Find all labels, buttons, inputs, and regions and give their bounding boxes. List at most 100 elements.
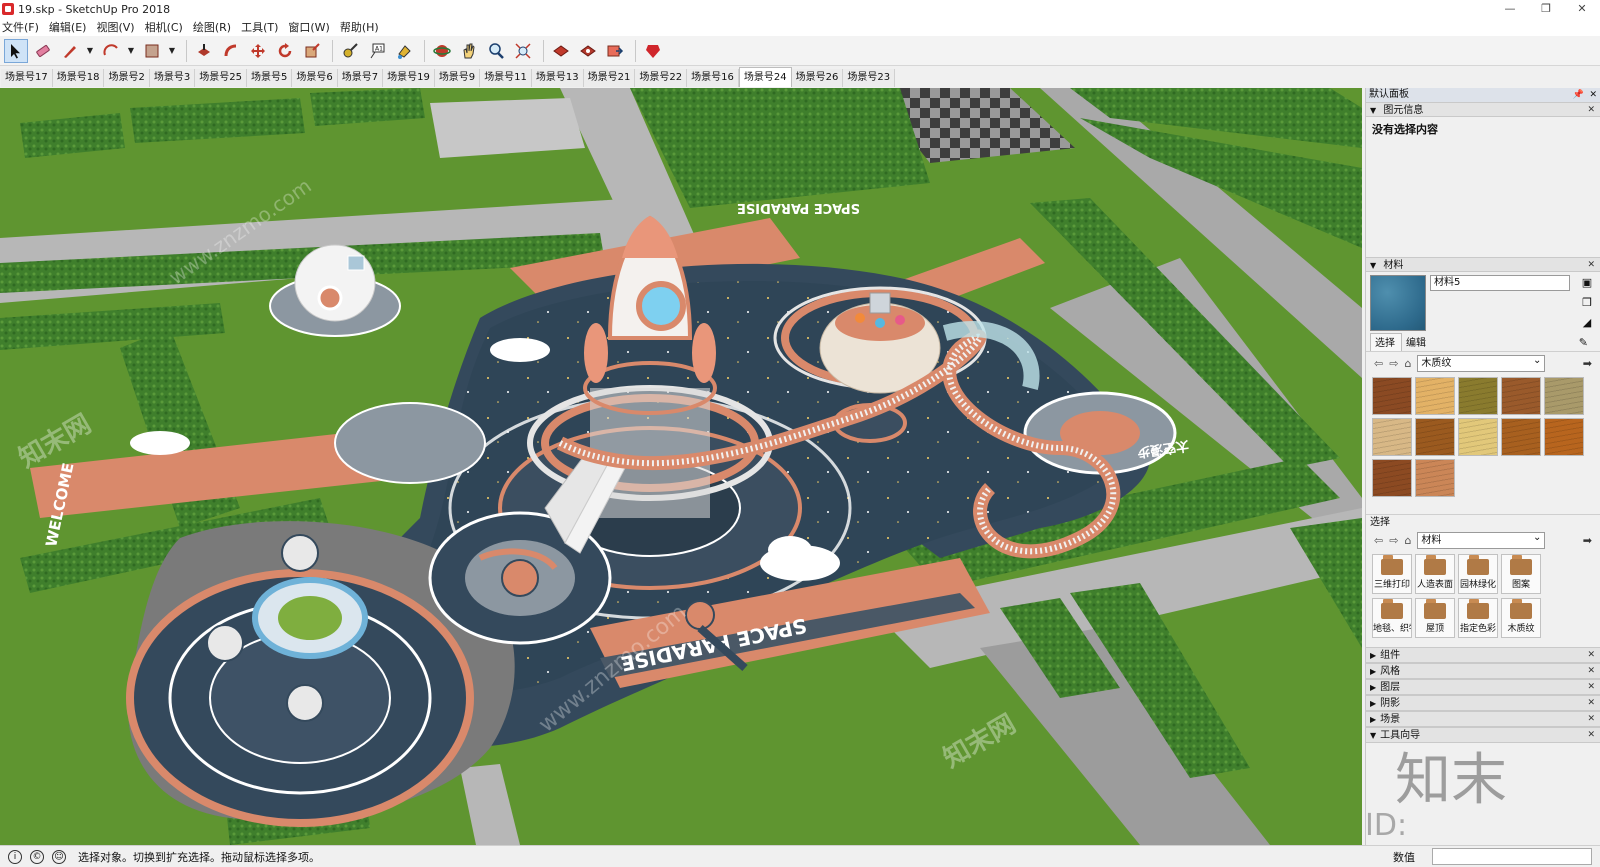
close-icon[interactable]: ✕ [1587,258,1595,273]
close-icon[interactable]: ✕ [1587,728,1595,743]
tray-styles[interactable]: ▶ 风格 ✕ [1366,663,1600,679]
tab-scene-6[interactable]: 场景号6 [292,69,338,87]
details-arrow-icon[interactable]: ➡ [1583,534,1592,547]
material-swatch[interactable] [1501,418,1541,456]
material-swatch[interactable] [1372,377,1412,415]
arc-dropdown-icon[interactable]: ▼ [126,39,136,63]
follow-me-icon[interactable] [219,39,243,63]
select-icon[interactable] [4,38,28,63]
zoom-extents-icon[interactable] [511,39,535,63]
material-swatch[interactable] [1415,418,1455,456]
tab-scene-21[interactable]: 场景号21 [583,69,636,87]
close-icon[interactable]: ✕ [1587,696,1595,711]
material-swatch[interactable] [1501,377,1541,415]
back-icon[interactable]: ⇦ [1374,534,1383,547]
arc-icon[interactable] [99,39,123,63]
text-icon[interactable]: A1 [365,39,389,63]
library-folder[interactable]: 三维打印 [1372,554,1412,594]
tab-scene-23[interactable]: 场景号23 [843,69,896,87]
close-icon[interactable]: ✕ [1587,648,1595,663]
pan-icon[interactable] [457,39,481,63]
menu-edit[interactable]: 编辑(E) [49,19,87,35]
material-swatch[interactable] [1544,377,1584,415]
tray-components[interactable]: ▶ 组件 ✕ [1366,647,1600,663]
zoom-icon[interactable] [484,39,508,63]
tab-edit[interactable]: 编辑 [1402,334,1432,351]
menu-help[interactable]: 帮助(H) [340,19,379,35]
tab-scene-11[interactable]: 场景号11 [480,69,532,87]
library-folder[interactable]: 木质纹 [1501,597,1541,638]
geolocation-icon[interactable]: i [8,849,22,864]
push-pull-icon[interactable] [192,39,216,63]
tab-scene-2[interactable]: 场景号2 [104,69,150,87]
paint-icon[interactable] [392,39,416,63]
tab-scene-5[interactable]: 场景号5 [246,69,293,87]
rectangle-dropdown-icon[interactable]: ▼ [167,39,177,63]
scale-icon[interactable] [300,39,324,63]
forward-icon[interactable]: ⇨ [1389,534,1398,547]
material-swatch[interactable] [1544,418,1584,456]
model-viewport[interactable]: SPACE PARADISE SPACE PARADISE WELCOME 太空… [0,88,1362,845]
menu-draw[interactable]: 绘图(R) [193,19,231,35]
display-secondary-icon[interactable]: ▣ [1580,276,1594,290]
menu-view[interactable]: 视图(V) [96,19,134,35]
material-swatch[interactable] [1458,377,1498,415]
ruby-icon[interactable] [641,39,665,63]
pin-icon[interactable]: 📌 [1573,88,1584,102]
default-material-icon[interactable]: ◢ [1580,316,1594,330]
tray-scenes[interactable]: ▶ 场景 ✕ [1366,711,1600,727]
tab-select[interactable]: 选择 [1370,333,1402,351]
close-icon[interactable]: ✕ [1587,103,1595,118]
menu-window[interactable]: 窗口(W) [288,19,329,35]
tab-scene-24[interactable]: 场景号24 [738,67,792,87]
library-folder[interactable]: 屋顶 [1415,597,1455,638]
material-swatch[interactable] [1415,377,1455,415]
minimize-button[interactable]: — [1492,0,1528,18]
details-arrow-icon[interactable]: ➡ [1583,357,1592,370]
material-swatch[interactable] [1458,418,1498,456]
menu-camera[interactable]: 相机(C) [145,19,183,35]
tab-scene-22[interactable]: 场景号22 [635,69,688,87]
measurements-input[interactable] [1432,848,1592,865]
tab-scene-18[interactable]: 场景号18 [52,69,105,87]
extension-icon[interactable] [576,39,600,63]
rotate-icon[interactable] [273,39,297,63]
library-folder[interactable]: 图案 [1501,554,1541,594]
warehouse-icon[interactable] [549,39,573,63]
rectangle-icon[interactable] [140,39,164,63]
secondary-collection-select[interactable]: 材料 [1417,530,1546,549]
menu-file[interactable]: 文件(F) [2,19,39,35]
material-swatch[interactable] [1372,418,1412,456]
tab-scene-7[interactable]: 场景号7 [337,69,384,87]
pencil-dropdown-icon[interactable]: ▼ [85,39,95,63]
move-icon[interactable] [246,39,270,63]
close-icon[interactable]: ✕ [1589,88,1597,102]
close-icon[interactable]: ✕ [1587,680,1595,695]
tray-shadows[interactable]: ▶ 阴影 ✕ [1366,695,1600,711]
tab-scene-26[interactable]: 场景号26 [791,69,844,87]
forward-icon[interactable]: ⇨ [1389,357,1398,370]
back-icon[interactable]: ⇦ [1374,357,1383,370]
close-button[interactable]: ✕ [1564,0,1600,18]
credits-icon[interactable]: © [30,849,44,864]
library-folder[interactable]: 地毯、织物 [1372,597,1412,638]
tab-scene-3[interactable]: 场景号3 [149,69,196,87]
tape-icon[interactable] [338,39,362,63]
eraser-icon[interactable] [31,39,55,63]
library-folder[interactable]: 园林绿化 [1458,554,1498,594]
create-material-icon[interactable]: ❒ [1580,296,1594,310]
tab-scene-17[interactable]: 场景号17 [1,69,53,87]
home-icon[interactable]: ⌂ [1404,534,1411,547]
home-icon[interactable]: ⌂ [1404,357,1411,370]
orbit-icon[interactable] [430,39,454,63]
tab-scene-16[interactable]: 场景号16 [687,69,739,87]
close-icon[interactable]: ✕ [1587,664,1595,679]
materials-header[interactable]: ▼ 材料 ✕ [1366,257,1600,272]
tab-scene-19[interactable]: 场景号19 [383,69,435,87]
collection-select[interactable]: 木质纹 [1417,353,1546,372]
material-swatch[interactable] [1372,459,1412,497]
library-folder[interactable]: 人造表面 [1415,554,1455,594]
eyedropper-icon[interactable]: ✎ [1575,336,1594,351]
tab-scene-9[interactable]: 场景号9 [434,69,481,87]
material-swatch[interactable] [1415,459,1455,497]
